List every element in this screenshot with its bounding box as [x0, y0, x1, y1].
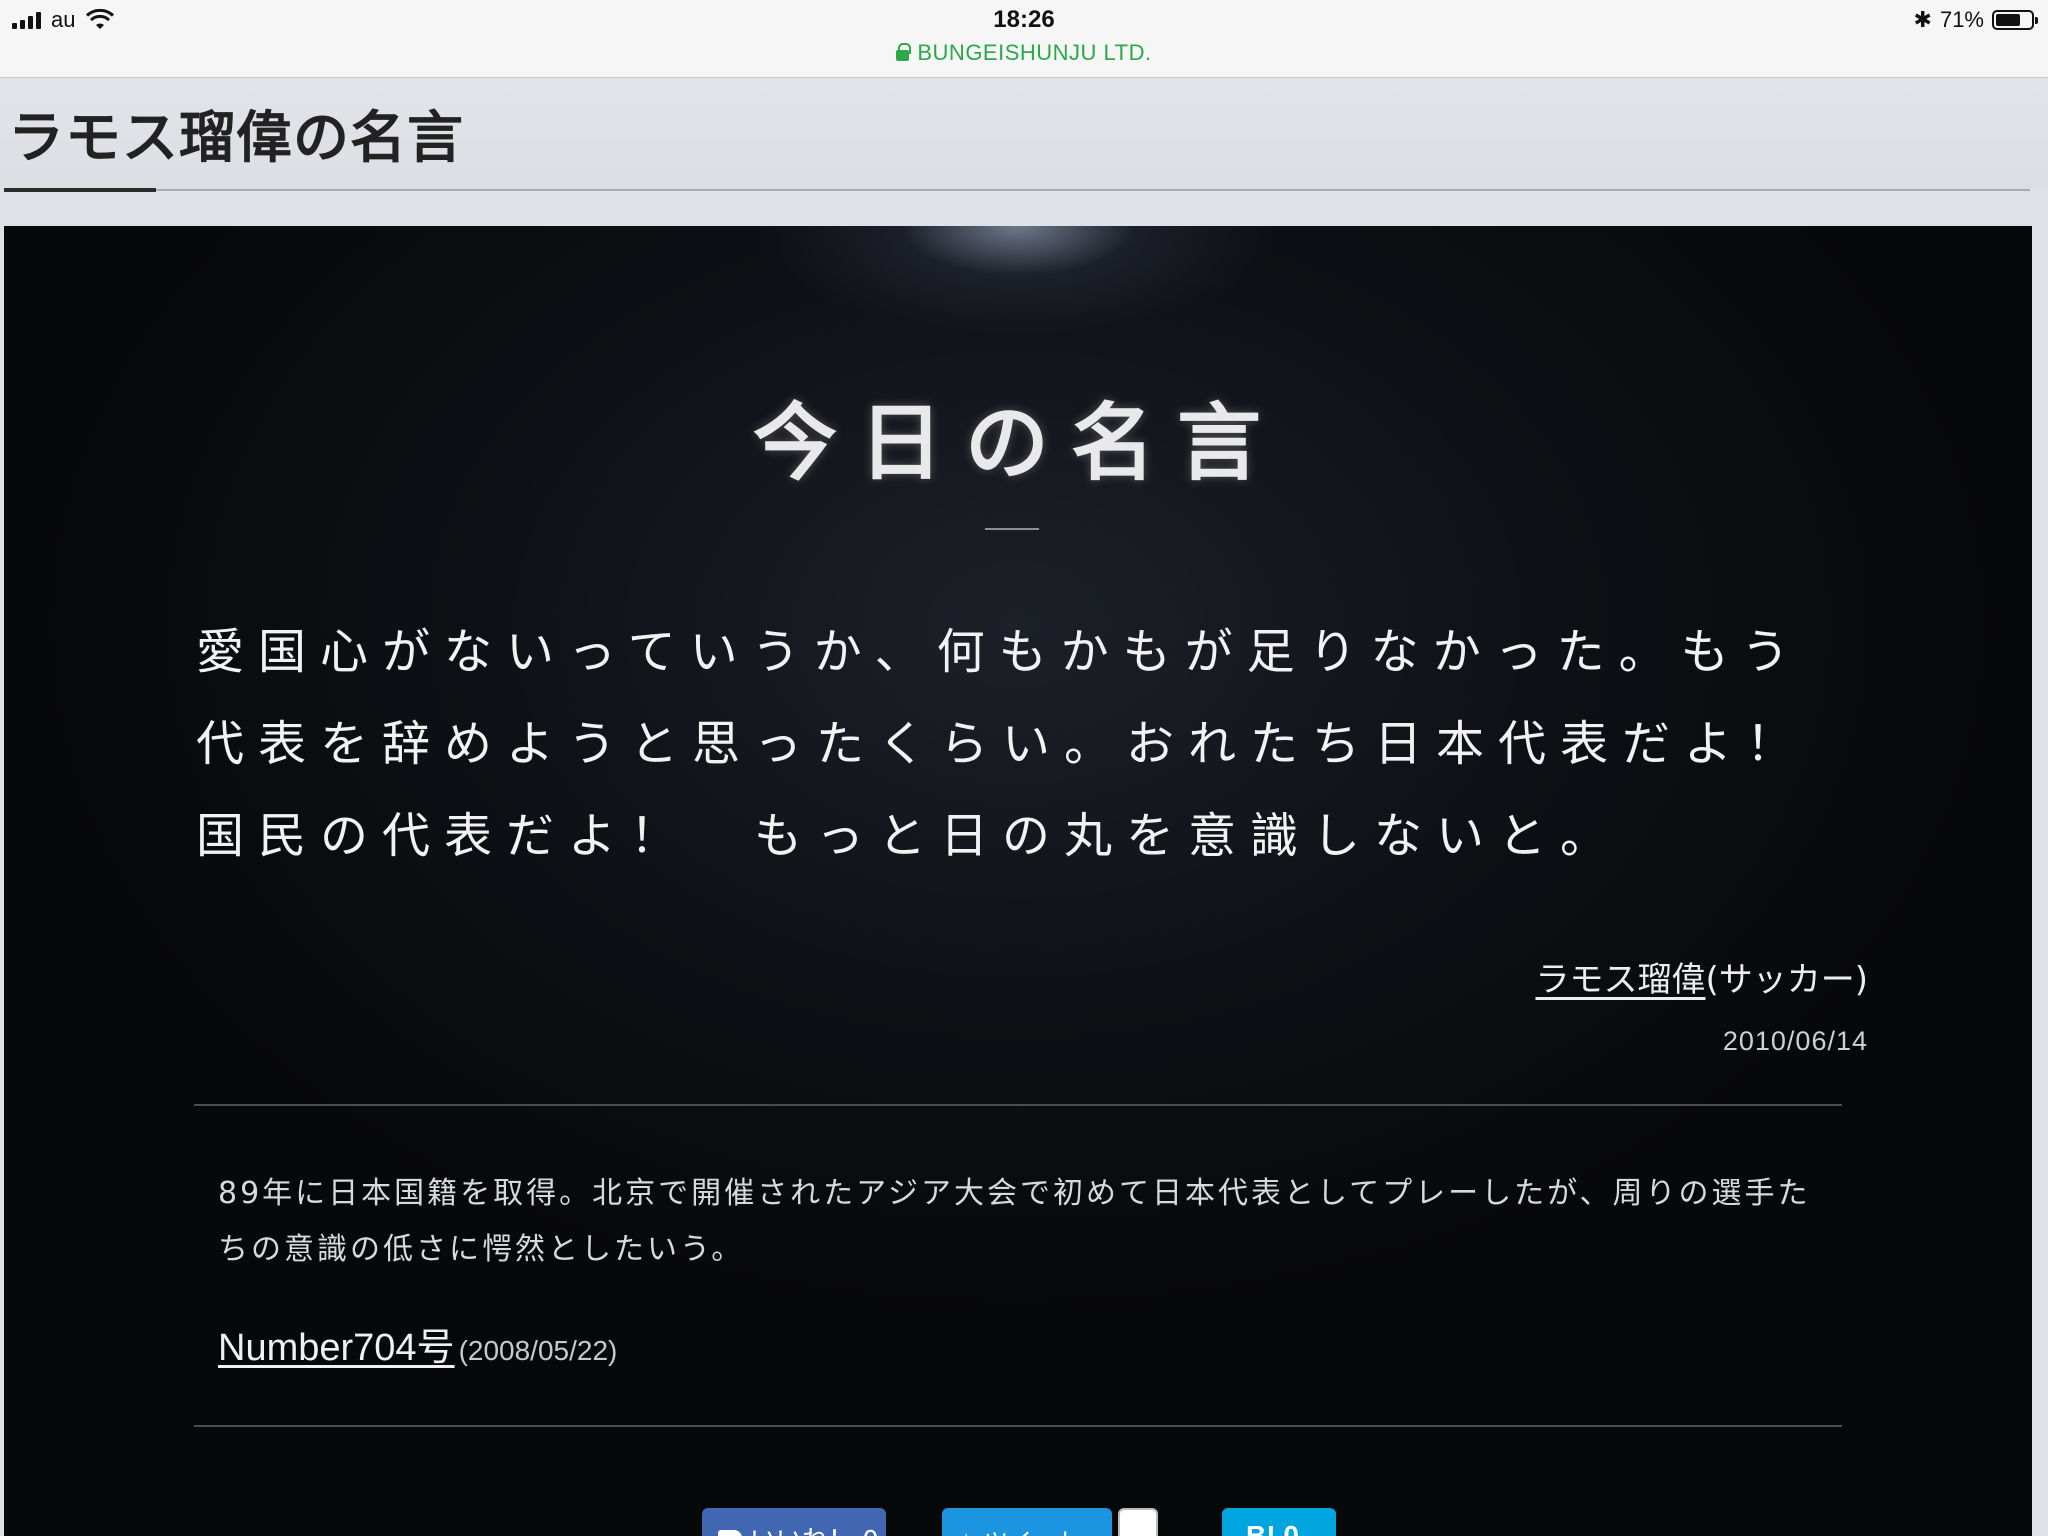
- tweet-count-box: [1118, 1508, 1158, 1536]
- header-divider-accent: [4, 188, 156, 192]
- page-title: ラモス瑠偉の名言: [8, 106, 464, 171]
- quote-source: Number704号 (2008/05/22): [218, 1316, 617, 1371]
- twitter-bird-icon: ✦: [956, 1528, 976, 1536]
- hatena-label: B! 0: [1246, 1520, 1299, 1536]
- clock: 18:26: [993, 6, 1055, 33]
- author-link[interactable]: ラモス瑠偉: [1535, 960, 1705, 1000]
- page-header: ラモス瑠偉の名言: [0, 79, 2048, 192]
- section-divider: [194, 1104, 1842, 1106]
- title-divider: [985, 528, 1039, 530]
- status-right: ✱ 71%: [1913, 7, 2038, 33]
- author-category: (サッカー): [1705, 960, 1868, 1000]
- quote-panel: 今日の名言 愛国心がないっていうか、何もかもが足りなかった。もう代表を辞めようと…: [4, 226, 2032, 1536]
- address-bar[interactable]: BUNGEISHUNJU LTD.: [0, 40, 2048, 66]
- quote-text: 愛国心がないっていうか、何もかもが足りなかった。もう代表を辞めようと思ったくらい…: [196, 624, 1871, 864]
- facebook-like-button[interactable]: いいね！ 0: [702, 1508, 886, 1536]
- tweet-button[interactable]: ✦ ツイート: [942, 1508, 1112, 1536]
- panel-title: 今日の名言: [752, 393, 1283, 492]
- address-text: BUNGEISHUNJU LTD.: [917, 40, 1152, 65]
- battery-icon: [1992, 10, 2038, 30]
- tweet-label: ツイート: [984, 1528, 1080, 1536]
- lock-icon: [896, 43, 912, 61]
- header-divider: [4, 189, 2030, 191]
- quote-author: ラモス瑠偉(サッカー): [1535, 952, 1868, 1001]
- quote-description: 89年に日本国籍を取得。北京で開催されたアジア大会で初めて日本代表としてプレーし…: [218, 1176, 1811, 1267]
- section-divider-bottom: [194, 1425, 1842, 1427]
- bluetooth-icon: ✱: [1913, 7, 1932, 33]
- source-date: (2008/05/22): [458, 1335, 618, 1366]
- battery-level: [1996, 14, 2021, 26]
- source-link[interactable]: Number704号: [218, 1327, 455, 1369]
- thumbs-up-icon: [718, 1530, 742, 1536]
- facebook-like-label: いいね！ 0: [750, 1526, 879, 1536]
- hatena-bookmark-button[interactable]: B! 0: [1222, 1508, 1336, 1536]
- status-bar: au 18:26 BUNGEISHUNJU LTD. ✱ 71%: [0, 0, 2048, 78]
- battery-percent: 71%: [1939, 7, 1984, 32]
- quote-date: 2010/06/14: [1722, 1026, 1868, 1056]
